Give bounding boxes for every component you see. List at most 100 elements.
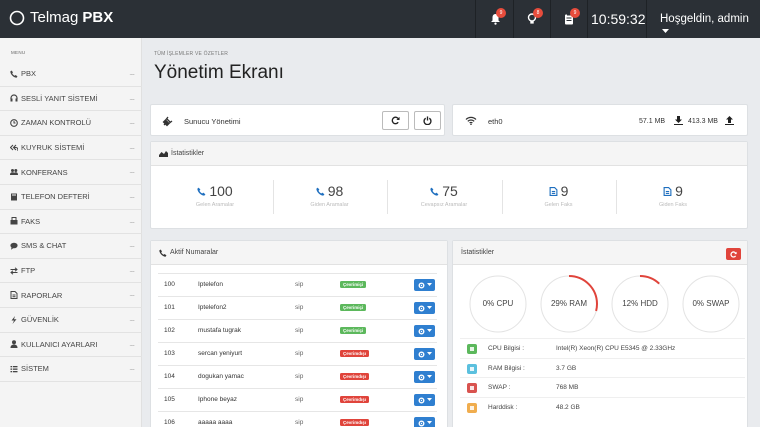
sidebar-item-4[interactable]: KONFERANS..... <box>0 160 142 185</box>
sidebar-item-label: SİSTEM <box>21 364 49 374</box>
restart-button[interactable] <box>382 111 409 130</box>
caller-name: Iptelefon <box>198 281 223 288</box>
status-badge: Çevrimdışı <box>340 350 370 357</box>
sidebar-item-0[interactable]: PBX..... <box>0 62 142 87</box>
gear-icon <box>418 374 424 380</box>
row-actions-button[interactable] <box>414 279 435 291</box>
row-actions-button[interactable] <box>414 325 435 337</box>
row-actions-button[interactable] <box>414 417 435 427</box>
user-menu[interactable]: Hoşgeldin, admin <box>660 13 760 37</box>
info-value: 48.2 GB <box>556 403 580 411</box>
brand-logo[interactable]: Telmag PBX <box>9 9 113 26</box>
protocol: sip <box>295 281 304 288</box>
tasks-badge: 9 <box>570 8 580 18</box>
stat-label: Cevapsız Aramalar <box>420 202 468 208</box>
sidebar-item-10[interactable]: GÜVENLİK..... <box>0 308 142 333</box>
chat-icon <box>9 242 19 250</box>
top-navbar: Telmag PBX 9 8 9 10:59:32 Hoşgeldin, adm… <box>0 0 760 38</box>
stat-0: 100 Gelen Aramalar <box>158 183 272 208</box>
sidebar-item-dots: ..... <box>129 340 135 348</box>
sidebar-item-label: ZAMAN KONTROLÜ <box>21 118 92 128</box>
phone-icon <box>197 187 206 196</box>
table-row: 104 dogukan yamac sip Çevrimdışı <box>158 365 437 388</box>
sidebar-item-9[interactable]: RAPORLAR..... <box>0 283 142 308</box>
info-value: Intel(R) Xeon(R) CPU E5345 @ 2.33GHz <box>556 345 676 352</box>
stat-label: Gelen Faks <box>544 202 573 208</box>
caret-down-icon <box>426 352 432 355</box>
sidebar-item-label: KULLANICI AYARLARI <box>21 339 98 349</box>
sidebar-item-6[interactable]: FAKS..... <box>0 210 142 235</box>
headset-icon <box>9 94 19 102</box>
sidebar-item-1[interactable]: SESLİ YANIT SİSTEMİ..... <box>0 87 142 112</box>
sidebar-item-dots: ..... <box>129 266 135 274</box>
gauge-label: 29% RAM <box>550 299 587 308</box>
usage-gauge-3: 0% SWAP <box>679 272 743 336</box>
sidebar-item-label: SMS & CHAT <box>21 241 67 251</box>
document-icon <box>663 186 672 196</box>
row-actions-button[interactable] <box>414 348 435 360</box>
menu-title: MENU <box>11 50 26 55</box>
sidebar-item-3[interactable]: KUYRUK SİSTEMİ..... <box>0 136 142 161</box>
row-actions-button[interactable] <box>414 302 435 314</box>
sidebar-item-7[interactable]: SMS & CHAT..... <box>0 234 142 259</box>
sidebar-item-dots: ..... <box>129 143 135 151</box>
sidebar-item-label: FAKS <box>21 216 41 226</box>
status-badge: Çevrimdışı <box>340 373 370 380</box>
row-actions-button[interactable] <box>414 394 435 406</box>
sidebar-item-label: GÜVENLİK <box>21 315 59 325</box>
area-chart-icon <box>159 151 168 157</box>
sidebar-item-label: PBX <box>21 69 37 79</box>
protocol: sip <box>295 419 304 426</box>
stat-label: Giden Faks <box>658 202 688 208</box>
table-row: 103 sercan yeniyurt sip Çevrimdışı <box>158 342 437 365</box>
sidebar-item-dots: ..... <box>129 193 135 200</box>
chip-icon <box>467 344 477 354</box>
gear-icon <box>418 282 424 288</box>
usage-gauge-0: 0% CPU <box>466 272 530 336</box>
memory-icon <box>467 363 477 374</box>
info-key: RAM Bilgisi : <box>488 364 525 372</box>
extension: 100 <box>164 281 175 288</box>
caret-down-icon <box>426 398 432 401</box>
protocol: sip <box>295 396 304 403</box>
caret-down-icon <box>426 329 432 332</box>
sidebar-item-12[interactable]: SİSTEM..... <box>0 357 142 382</box>
sidebar-item-dots: ..... <box>129 168 135 176</box>
sidebar-item-dots: ..... <box>129 365 135 373</box>
upload-icon <box>725 116 734 125</box>
stat-value: 9 <box>675 183 683 199</box>
active-numbers-title: Aktif Numaralar <box>170 249 219 256</box>
table-row: 100 Iptelefon sip Çevrimiçi <box>158 273 437 296</box>
info-value: 3.7 GB <box>556 364 577 372</box>
network-panel: eth0 57.1 MB 413.3 MB <box>452 104 748 136</box>
phone-icon <box>430 187 439 196</box>
brand-circle-icon <box>9 10 25 25</box>
extension: 102 <box>164 327 175 334</box>
stat-4: 9 Giden Faks <box>616 183 730 208</box>
list-icon <box>9 365 19 373</box>
gear-icon <box>418 420 424 426</box>
sidebar-item-dots: ..... <box>129 242 135 250</box>
gauge-label: 0% CPU <box>482 299 514 308</box>
notifications-button[interactable]: 9 <box>477 0 513 38</box>
shutdown-button[interactable] <box>414 111 441 130</box>
refresh-stats-button[interactable] <box>726 248 741 260</box>
statistics-title: İstatistikler <box>171 150 205 157</box>
row-actions-button[interactable] <box>414 371 435 383</box>
ideas-button[interactable]: 8 <box>514 0 550 38</box>
page-title: Yönetim Ekranı <box>154 62 284 83</box>
status-badge: Çevrimiçi <box>340 281 367 288</box>
usage-gauge-2: 12% HDD <box>608 272 672 336</box>
tasks-button[interactable]: 9 <box>551 0 587 38</box>
brand-name: Telmag <box>30 9 79 26</box>
sidebar-item-11[interactable]: KULLANICI AYARLARI..... <box>0 333 142 358</box>
sidebar-item-5[interactable]: TELEFON DEFTERİ..... <box>0 185 142 210</box>
clock-icon <box>9 119 19 127</box>
sidebar-item-label: KONFERANS <box>21 167 68 177</box>
system-info-row: SWAP : 768 MB <box>460 377 745 397</box>
sidebar-item-dots: ..... <box>129 217 135 225</box>
table-row: 106 aaaaa aaaa sip Çevrimdışı <box>158 411 437 427</box>
upload-value: 413.3 MB <box>688 118 718 125</box>
sidebar-item-2[interactable]: ZAMAN KONTROLÜ..... <box>0 111 142 136</box>
sidebar-item-8[interactable]: FTP..... <box>0 259 142 284</box>
